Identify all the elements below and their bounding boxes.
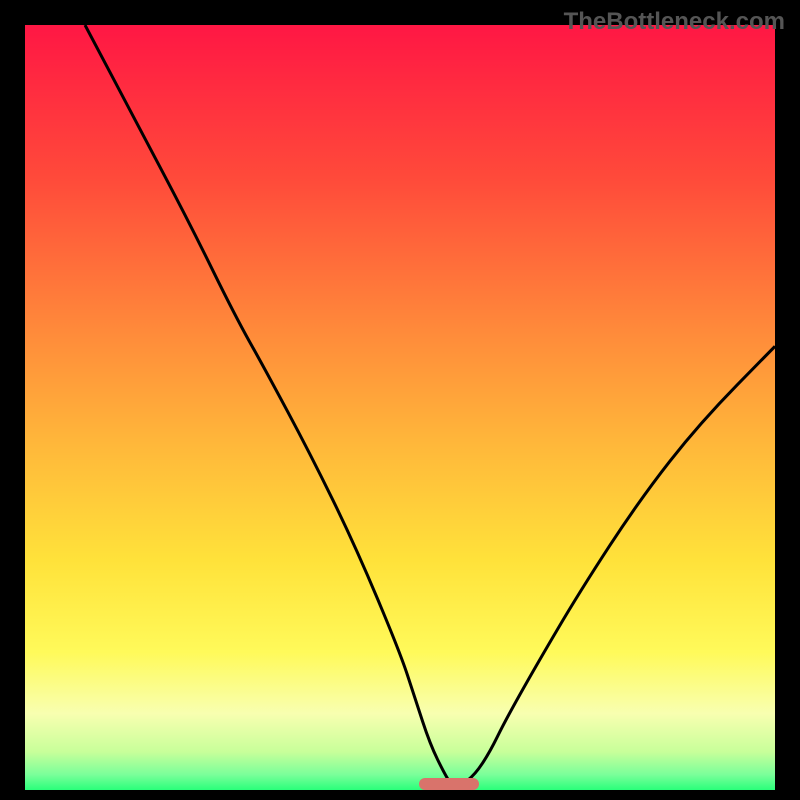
watermark-text: TheBottleneck.com [564, 8, 785, 36]
chart-area [25, 25, 775, 790]
bottleneck-curve [25, 25, 775, 790]
optimal-marker [419, 778, 479, 790]
